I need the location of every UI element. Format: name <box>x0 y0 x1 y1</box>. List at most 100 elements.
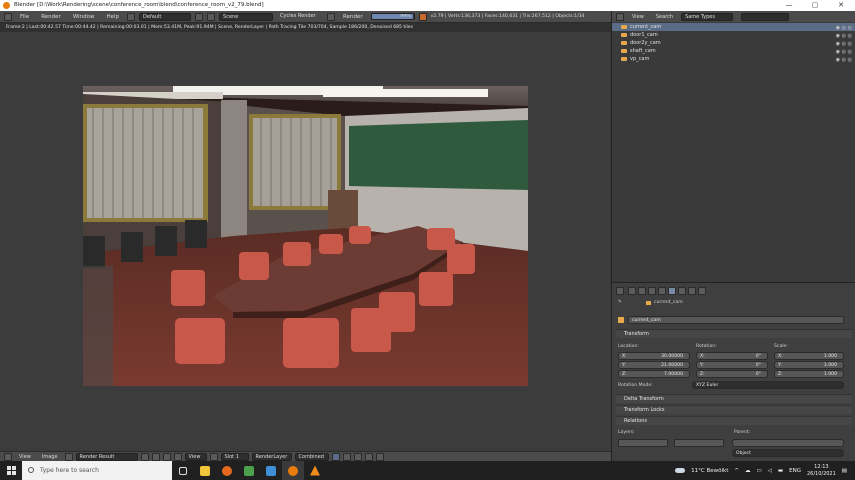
rotation-x-field[interactable]: X: 0° <box>696 352 768 360</box>
visibility-icon[interactable]: ◉ ◎ ◎ <box>836 56 852 64</box>
transform-panel-header[interactable]: Transform <box>616 329 852 338</box>
view-mode-icon[interactable] <box>173 452 182 461</box>
taskbar-search-box[interactable]: Type here to search <box>22 461 172 480</box>
clock[interactable]: 12:13 26/10/2021 <box>807 464 836 478</box>
location-z-field[interactable]: Z: 7.00000 <box>618 370 690 378</box>
start-button[interactable] <box>0 461 22 480</box>
render-engine-dropdown[interactable]: Cycles Render <box>277 12 324 21</box>
scale-y-field[interactable]: Y: 1.000 <box>774 361 844 369</box>
outliner-item-shaft-cam[interactable]: shaft_cam ◉ ◎ ◎ <box>612 47 855 55</box>
image-dropdown[interactable]: Render Result <box>75 452 138 461</box>
display-mode-dropdown[interactable]: Same Types <box>681 12 734 21</box>
world-tab-icon[interactable] <box>658 287 666 295</box>
delta-transform-panel-header[interactable]: Delta Transform <box>616 394 852 403</box>
channels-icon[interactable] <box>209 452 218 461</box>
image-browse-icon[interactable] <box>64 452 73 461</box>
clock-time: 12:13 <box>814 463 829 470</box>
scene-tab-icon[interactable] <box>648 287 656 295</box>
parent-type-dropdown[interactable]: Object <box>732 449 844 457</box>
outliner-header: View Search Same Types <box>611 11 855 22</box>
display-channels-icon[interactable] <box>331 452 340 461</box>
physics-tab-icon[interactable] <box>698 287 706 295</box>
volume-icon[interactable]: ◁ <box>768 468 772 474</box>
scale-x-field[interactable]: X: 1.000 <box>774 352 844 360</box>
editor-type-icon[interactable] <box>616 287 624 295</box>
taskbar-blender[interactable] <box>282 461 304 480</box>
weather-text[interactable]: 11°C Bewölkt <box>691 468 728 474</box>
menu-image[interactable]: Image <box>38 454 62 460</box>
blender-icon <box>288 465 298 476</box>
taskbar-file-explorer[interactable] <box>194 461 216 480</box>
render-layers-tab-icon[interactable] <box>638 287 646 295</box>
language-indicator[interactable]: ENG <box>789 468 801 474</box>
task-view-button[interactable] <box>172 461 194 480</box>
maximize-button[interactable]: ▢ <box>803 0 827 11</box>
pass-dropdown[interactable]: Combined <box>294 452 329 461</box>
menu-view[interactable]: View <box>628 14 648 20</box>
onedrive-icon[interactable]: ☁ <box>745 468 751 474</box>
parent-field[interactable] <box>732 439 844 447</box>
screen-layout-dropdown[interactable]: Default <box>139 12 192 21</box>
green-channel-icon[interactable] <box>364 452 373 461</box>
object-tab-icon[interactable] <box>668 287 676 295</box>
scene-icon[interactable] <box>207 12 216 21</box>
outliner-item-current-cam[interactable]: current_cam ◉ ◎ ◎ <box>612 23 855 31</box>
cancel-render-icon[interactable] <box>418 12 427 21</box>
scene-dropdown[interactable]: Scene <box>219 12 274 21</box>
location-y-field[interactable]: Y: 21.00000 <box>618 361 690 369</box>
layers-grid-left[interactable] <box>618 439 668 447</box>
object-name-field[interactable]: current_cam <box>628 316 844 324</box>
layers-grid-right[interactable] <box>674 439 724 447</box>
add-screen-button[interactable] <box>195 12 204 21</box>
scale-z-field[interactable]: Z: 1.000 <box>774 370 844 378</box>
slot-dropdown[interactable]: Slot 1 <box>220 452 249 461</box>
minimize-button[interactable]: — <box>777 0 801 11</box>
editor-type-icon[interactable] <box>4 12 12 21</box>
menu-search[interactable]: Search <box>652 14 677 20</box>
outliner-item-door2y-cam[interactable]: door2y_cam ◉ ◎ ◎ <box>612 39 855 47</box>
system-tray: 11°C Bewölkt ^ ☁ ▭ ◁ ▬ ENG 12:13 26/10/2… <box>675 461 855 480</box>
outliner-item-vp-cam[interactable]: vp_cam ◉ ◎ ◎ <box>612 55 855 63</box>
taskbar-app-photos[interactable] <box>260 461 282 480</box>
render-tab-icon[interactable] <box>628 287 636 295</box>
alpha-icon[interactable] <box>342 452 351 461</box>
menu-view[interactable]: View <box>15 454 35 460</box>
layer-dropdown[interactable]: RenderLayer <box>251 452 292 461</box>
new-image-icon[interactable] <box>162 452 171 461</box>
rotation-z-field[interactable]: Z: 0° <box>696 370 768 378</box>
view-dropdown[interactable]: View <box>184 452 207 461</box>
outliner-item-door1-cam[interactable]: door1_cam ◉ ◎ ◎ <box>612 31 855 39</box>
info-header: File Render Window Help Default Scene Cy… <box>0 11 611 23</box>
tray-chevron-icon[interactable]: ^ <box>734 468 739 474</box>
constraints-tab-icon[interactable] <box>678 287 686 295</box>
taskbar-app-green[interactable] <box>238 461 260 480</box>
battery-icon[interactable]: ▬ <box>778 468 783 474</box>
notifications-icon[interactable]: ▤ <box>842 468 847 474</box>
editor-type-icon[interactable] <box>4 452 12 461</box>
pin-icon[interactable]: ✎ <box>618 300 622 305</box>
menu-render[interactable]: Render <box>37 14 65 20</box>
network-icon[interactable]: ▭ <box>756 468 761 474</box>
menu-window[interactable]: Window <box>69 14 99 20</box>
outliner-search-input[interactable] <box>741 12 790 21</box>
location-x-field[interactable]: X: 30.00000 <box>618 352 690 360</box>
breadcrumb: current_cam <box>654 300 683 305</box>
menu-help[interactable]: Help <box>103 14 124 20</box>
search-placeholder: Type here to search <box>40 467 99 474</box>
screen-layout-icon[interactable] <box>127 12 136 21</box>
editor-type-icon[interactable] <box>616 12 624 21</box>
close-image-icon[interactable] <box>151 452 160 461</box>
transform-locks-panel-header[interactable]: Transform Locks <box>616 405 852 414</box>
pin-icon[interactable] <box>140 452 149 461</box>
camera-data-tab-icon[interactable] <box>688 287 696 295</box>
close-button[interactable]: ✕ <box>829 0 853 11</box>
red-channel-icon[interactable] <box>353 452 362 461</box>
rotation-mode-dropdown[interactable]: XYZ Euler <box>692 381 844 389</box>
rotation-y-field[interactable]: Y: 0° <box>696 361 768 369</box>
render-result-image <box>83 86 528 386</box>
blue-channel-icon[interactable] <box>375 452 384 461</box>
taskbar-vlc[interactable] <box>304 461 326 480</box>
menu-file[interactable]: File <box>16 14 33 20</box>
taskbar-firefox[interactable] <box>216 461 238 480</box>
relations-panel-header[interactable]: Relations <box>616 416 852 425</box>
